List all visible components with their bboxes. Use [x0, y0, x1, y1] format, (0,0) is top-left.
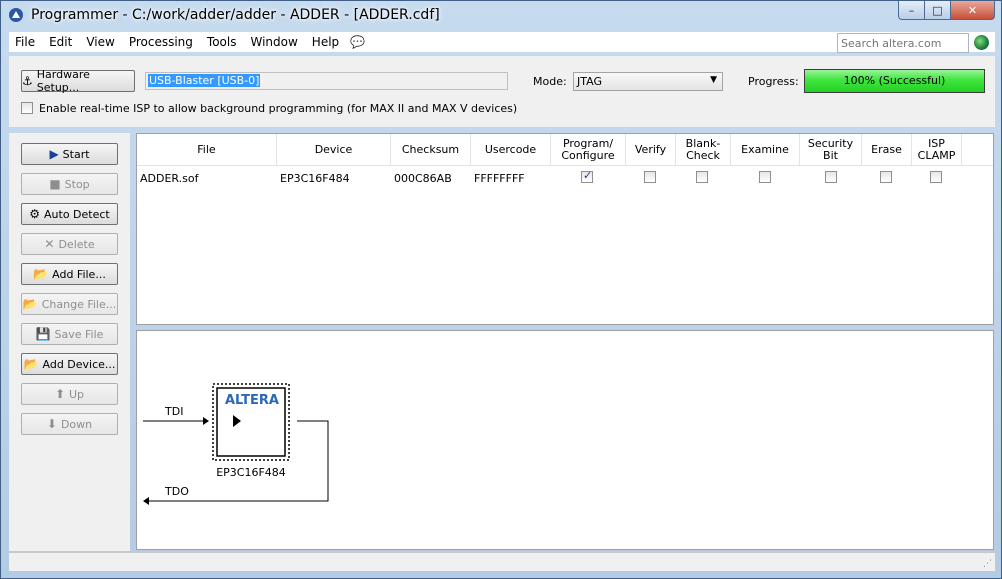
col-file[interactable]: File: [137, 134, 277, 166]
tdi-arrow: [203, 417, 209, 425]
auto-detect-button[interactable]: ⚙ Auto Detect: [21, 203, 118, 225]
delete-button[interactable]: ✕ Delete: [21, 233, 118, 255]
quartus-app-icon: [9, 8, 23, 22]
save-file-label: Save File: [54, 327, 104, 341]
blank-check-checkbox[interactable]: [696, 171, 708, 183]
hardware-icon: ⚓: [22, 74, 33, 88]
add-device-icon: 📂: [23, 357, 39, 371]
tdo-label: TDO: [164, 485, 189, 498]
maximize-button[interactable]: □: [925, 1, 951, 20]
col-program-configure[interactable]: Program/ Configure: [551, 134, 626, 166]
minimize-button[interactable]: –: [898, 1, 925, 20]
menu-window[interactable]: Window: [243, 35, 304, 49]
col-examine[interactable]: Examine: [731, 134, 800, 166]
down-label: Down: [60, 417, 93, 431]
col-blank-check[interactable]: Blank- Check: [676, 134, 731, 166]
menu-bar: File Edit View Processing Tools Window H…: [9, 32, 995, 53]
start-icon: ▶: [49, 147, 59, 161]
save-icon: 💾: [35, 327, 51, 341]
add-file-button[interactable]: 📂 Add File...: [21, 263, 118, 285]
auto-detect-label: Auto Detect: [44, 207, 110, 221]
folder-change-icon: 📂: [22, 297, 38, 311]
menu-file[interactable]: File: [9, 35, 42, 49]
isp-clamp-checkbox[interactable]: [930, 171, 942, 183]
isp-label: Enable real-time ISP to allow background…: [39, 102, 518, 115]
menu-edit[interactable]: Edit: [42, 35, 79, 49]
start-label: Start: [62, 147, 90, 161]
col-device[interactable]: Device: [277, 134, 391, 166]
stop-button[interactable]: ■ Stop: [21, 173, 118, 195]
erase-checkbox[interactable]: [880, 171, 892, 183]
resize-grip-icon[interactable]: ⋰: [983, 559, 992, 569]
cell-checksum: 000C86AB: [394, 172, 452, 185]
col-isp-clamp[interactable]: ISP CLAMP: [912, 134, 962, 166]
change-file-button[interactable]: 📂 Change File...: [21, 293, 118, 315]
security-bit-checkbox[interactable]: [825, 171, 837, 183]
stop-label: Stop: [64, 177, 90, 191]
hardware-panel: ⚓ Hardware Setup... USB-Blaster [USB-0] …: [9, 56, 995, 127]
stop-icon: ■: [49, 177, 61, 191]
up-button[interactable]: ⬆ Up: [21, 383, 118, 405]
examine-checkbox[interactable]: [759, 171, 771, 183]
programming-file-table: File Device Checksum Usercode Program/ C…: [136, 133, 994, 325]
add-device-label: Add Device...: [42, 357, 116, 371]
col-checksum[interactable]: Checksum: [391, 134, 471, 166]
verify-checkbox[interactable]: [644, 171, 656, 183]
chain-device-label: EP3C16F484: [216, 466, 286, 479]
window-title: Programmer - C:/work/adder/adder - ADDER…: [31, 7, 440, 23]
folder-open-icon: 📂: [33, 267, 49, 281]
save-file-button[interactable]: 💾 Save File: [21, 323, 118, 345]
mode-select[interactable]: JTAG ▼: [573, 72, 723, 91]
hardware-setup-button[interactable]: ⚓ Hardware Setup...: [21, 68, 135, 94]
add-file-label: Add File...: [52, 267, 106, 281]
jtag-chain-diagram: TDI TDO ALTERA EP3C16F484: [136, 330, 994, 550]
menu-help[interactable]: Help: [305, 35, 346, 49]
hardware-field[interactable]: USB-Blaster [USB-0]: [145, 72, 508, 90]
status-bar: ⋰: [9, 552, 995, 571]
tdi-label: TDI: [164, 405, 183, 418]
action-sidebar: ▶ Start ■ Stop ⚙ Auto Detect ✕ Delete 📂 …: [9, 133, 130, 551]
up-label: Up: [69, 387, 85, 401]
down-button[interactable]: ⬇ Down: [21, 413, 118, 435]
search-input[interactable]: [837, 33, 969, 53]
arrow-down-icon: ⬇: [46, 417, 57, 431]
chevron-down-icon: ▼: [710, 75, 717, 85]
delete-icon: ✕: [44, 237, 55, 251]
program-checkbox[interactable]: [581, 169, 593, 183]
col-security-bit[interactable]: Security Bit: [800, 134, 862, 166]
chain-svg: TDI TDO ALTERA EP3C16F484: [143, 383, 329, 505]
tdo-arrow: [143, 497, 149, 505]
hardware-value: USB-Blaster [USB-0]: [148, 74, 261, 87]
hardware-setup-label: Hardware Setup...: [36, 68, 90, 94]
isp-checkbox[interactable]: [21, 102, 33, 114]
fpga-chip-icon[interactable]: ALTERA: [212, 383, 290, 461]
progress-bar: 100% (Successful): [804, 69, 985, 93]
table-header: File Device Checksum Usercode Program/ C…: [137, 134, 993, 166]
delete-label: Delete: [58, 237, 95, 251]
cell-file: ADDER.sof: [140, 172, 199, 185]
menu-processing[interactable]: Processing: [122, 35, 200, 49]
start-button[interactable]: ▶ Start: [21, 143, 118, 165]
auto-detect-icon: ⚙: [29, 207, 41, 221]
title-bar[interactable]: Programmer - C:/work/adder/adder - ADDER…: [1, 1, 1001, 31]
progress-label: Progress:: [748, 75, 799, 88]
mode-value: JTAG: [577, 75, 602, 88]
col-verify[interactable]: Verify: [626, 134, 676, 166]
progress-text: 100% (Successful): [843, 74, 946, 87]
change-file-label: Change File...: [41, 297, 117, 311]
menu-tools[interactable]: Tools: [200, 35, 244, 49]
arrow-up-icon: ⬆: [54, 387, 65, 401]
altera-logo: ALTERA: [225, 393, 279, 408]
add-device-button[interactable]: 📂 Add Device...: [21, 353, 118, 375]
programmer-window: Programmer - C:/work/adder/adder - ADDER…: [0, 0, 1002, 579]
menu-view[interactable]: View: [79, 35, 121, 49]
help-balloon-icon[interactable]: 💬: [350, 35, 365, 49]
col-erase[interactable]: Erase: [862, 134, 912, 166]
globe-icon[interactable]: [974, 35, 989, 50]
col-usercode[interactable]: Usercode: [471, 134, 551, 166]
mode-label: Mode:: [533, 75, 567, 88]
close-button[interactable]: ✕: [951, 1, 995, 20]
cell-usercode: FFFFFFFF: [474, 172, 525, 185]
cell-device: EP3C16F484: [280, 172, 350, 185]
